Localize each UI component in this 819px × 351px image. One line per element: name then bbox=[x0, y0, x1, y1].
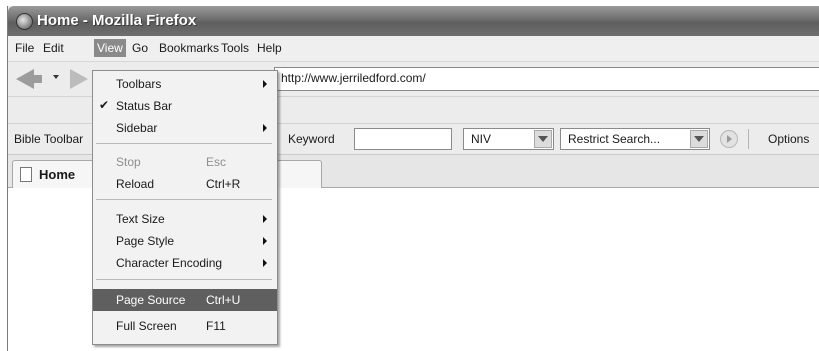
address-bar[interactable]: http://www.jerriledford.com/ bbox=[274, 67, 819, 91]
menu-item-label: Reload bbox=[116, 177, 155, 191]
keyword-input[interactable] bbox=[354, 128, 452, 150]
submenu-arrow-icon bbox=[263, 80, 267, 88]
submenu-arrow-icon bbox=[263, 124, 267, 132]
menu-separator bbox=[96, 143, 272, 144]
menu-item-status-bar[interactable]: ✔ Status Bar bbox=[93, 95, 277, 117]
go-icon[interactable] bbox=[720, 130, 738, 148]
menu-item-accelerator: F11 bbox=[206, 319, 226, 333]
menu-item-toolbars[interactable]: Toolbars bbox=[93, 73, 277, 95]
menu-tools[interactable]: Tools bbox=[218, 39, 252, 57]
menu-bookmarks[interactable]: Bookmarks bbox=[156, 39, 222, 57]
menu-item-label: Toolbars bbox=[116, 77, 162, 91]
checkmark-icon: ✔ bbox=[99, 98, 110, 112]
version-select[interactable]: NIV bbox=[463, 128, 554, 150]
chevron-down-icon[interactable] bbox=[534, 130, 552, 148]
version-select-value: NIV bbox=[471, 132, 492, 146]
menu-separator bbox=[96, 279, 272, 280]
menu-item-label: Page Source bbox=[116, 293, 186, 307]
menu-separator bbox=[96, 199, 272, 200]
restrict-search-select[interactable]: Restrict Search... bbox=[560, 128, 710, 150]
menu-item-reload[interactable]: Reload Ctrl+R bbox=[93, 173, 277, 195]
menu-item-accelerator: Esc bbox=[206, 155, 227, 169]
firefox-icon bbox=[16, 13, 33, 30]
menu-item-accelerator: Ctrl+U bbox=[206, 293, 241, 307]
tab-label: Home bbox=[39, 167, 76, 182]
menu-item-page-style[interactable]: Page Style bbox=[93, 230, 277, 252]
window-title: Home - Mozilla Firefox bbox=[37, 12, 197, 29]
menu-item-character-encoding[interactable]: Character Encoding bbox=[93, 252, 277, 274]
menu-go[interactable]: Go bbox=[129, 39, 151, 57]
view-menu-dropdown: Toolbars ✔ Status Bar Sidebar Stop Esc R… bbox=[92, 70, 278, 345]
submenu-arrow-icon bbox=[263, 259, 267, 267]
url-text: http://www.jerriledford.com/ bbox=[281, 71, 426, 85]
menu-item-label: Text Size bbox=[116, 212, 165, 226]
toolbar-separator bbox=[748, 129, 749, 149]
menu-item-accelerator: Ctrl+R bbox=[206, 177, 241, 191]
menu-item-page-source[interactable]: Page Source Ctrl+U bbox=[93, 289, 277, 311]
menu-bar: File Edit View Go Bookmarks Tools Help bbox=[8, 36, 819, 62]
menu-item-label: Stop bbox=[116, 155, 141, 169]
menu-item-label: Character Encoding bbox=[116, 256, 223, 270]
keyword-label: Keyword bbox=[288, 132, 335, 146]
title-bar: Home - Mozilla Firefox bbox=[8, 6, 819, 36]
menu-item-label: Status Bar bbox=[116, 99, 173, 113]
submenu-arrow-icon bbox=[263, 215, 267, 223]
submenu-arrow-icon bbox=[263, 237, 267, 245]
menu-item-stop[interactable]: Stop Esc bbox=[93, 151, 277, 173]
bible-toolbar-label[interactable]: Bible Toolbar bbox=[14, 132, 83, 146]
menu-view[interactable]: View bbox=[94, 39, 126, 57]
forward-arrow-icon[interactable] bbox=[70, 69, 88, 89]
menu-item-label: Page Style bbox=[116, 234, 175, 248]
menu-item-label: Sidebar bbox=[116, 121, 158, 135]
page-icon bbox=[20, 167, 32, 182]
back-arrow-icon[interactable] bbox=[16, 69, 42, 89]
menu-item-full-screen[interactable]: Full Screen F11 bbox=[93, 315, 277, 337]
menu-item-label: Full Screen bbox=[116, 319, 177, 333]
back-history-dropdown[interactable] bbox=[53, 75, 59, 79]
menu-file[interactable]: File bbox=[12, 39, 37, 57]
menu-help[interactable]: Help bbox=[254, 39, 285, 57]
menu-item-sidebar[interactable]: Sidebar bbox=[93, 117, 277, 139]
options-button[interactable]: Options bbox=[768, 132, 809, 146]
menu-item-text-size[interactable]: Text Size bbox=[93, 208, 277, 230]
restrict-search-value: Restrict Search... bbox=[568, 132, 661, 146]
menu-edit[interactable]: Edit bbox=[40, 39, 67, 57]
chevron-down-icon[interactable] bbox=[690, 130, 708, 148]
